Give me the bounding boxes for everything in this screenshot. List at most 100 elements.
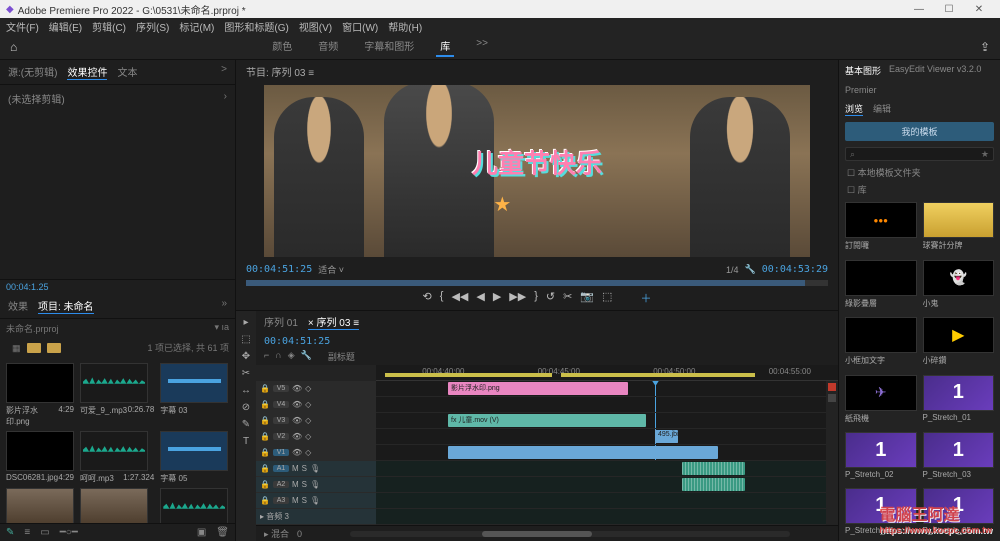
menu-window[interactable]: 窗口(W) — [342, 19, 378, 34]
my-templates-banner[interactable]: 我的模板 — [845, 122, 994, 141]
workspace-color[interactable]: 颜色 — [268, 36, 296, 57]
template-item[interactable]: ●●●訂閱囉 — [845, 202, 917, 254]
project-item[interactable]: DSC06281.jpg4:29 — [6, 431, 74, 484]
track-v5[interactable]: 影片浮水印.png — [376, 381, 826, 397]
slip-tool-icon[interactable]: ↔ — [241, 385, 251, 396]
settings-icon[interactable]: 🔧 — [745, 264, 756, 275]
hand-tool-icon[interactable]: ✎ — [242, 419, 250, 430]
fit-dropdown[interactable]: 适合 ˅ — [318, 263, 344, 276]
workspace-audio[interactable]: 音频 — [314, 36, 342, 57]
timeline-tc[interactable]: 00:04:51:25 — [264, 336, 330, 347]
track-header-v3[interactable]: 🔒V3👁◇ — [256, 413, 376, 429]
frame-back-icon[interactable]: ◀ — [476, 290, 484, 306]
menu-sequence[interactable]: 序列(S) — [136, 19, 169, 34]
resolution-dropdown[interactable]: 1/4 — [726, 265, 739, 275]
go-in-icon[interactable]: { — [440, 290, 444, 306]
ripple-tool-icon[interactable]: ✥ — [242, 351, 250, 362]
tab-text[interactable]: 文本 — [117, 64, 137, 80]
track-select-tool-icon[interactable]: ⬚ — [241, 334, 250, 345]
minimize-button[interactable]: — — [904, 4, 934, 15]
project-item[interactable]: 字幕 035:00 — [160, 363, 235, 427]
template-item[interactable]: ✈紙飛機 — [845, 375, 917, 427]
project-item[interactable]: 影片浮水印.png4:29 — [6, 363, 74, 427]
menu-markers[interactable]: 标记(M) — [179, 19, 214, 34]
track-v3[interactable]: fx 儿童.mov (V) — [376, 413, 826, 429]
list-view-icon[interactable]: ≡ — [24, 527, 30, 538]
favorite-icon[interactable]: ★ — [981, 149, 989, 160]
new-item-icon[interactable]: ✎ — [6, 527, 14, 538]
track-v4[interactable] — [376, 397, 826, 413]
workspace-more[interactable]: >> — [472, 36, 492, 57]
freeform-view-icon[interactable]: ▭ — [40, 527, 49, 538]
tab-premier[interactable]: Premier — [845, 85, 877, 95]
marker-red-icon[interactable] — [828, 383, 836, 391]
local-folder-checkbox[interactable]: ☐ 本地模板文件夹 — [847, 168, 921, 178]
comparison-icon[interactable]: ⬚ — [602, 290, 612, 306]
track-v2[interactable]: fx fruit.gif495.jbi — [376, 429, 826, 445]
tab-essential-graphics[interactable]: 基本图形 — [845, 64, 881, 77]
tab-project[interactable]: 项目: 未命名 — [38, 298, 94, 314]
template-item[interactable]: 1P_Stretch_05 — [923, 488, 995, 538]
menu-clip[interactable]: 剪辑(C) — [92, 19, 126, 34]
track-v1[interactable] — [376, 445, 826, 461]
template-item[interactable]: 1P_Stretch_04 — [845, 488, 917, 538]
track-header-v4[interactable]: 🔒V4👁◇ — [256, 397, 376, 413]
clip[interactable]: fx 儿童.mov (V) — [448, 414, 646, 427]
track-header-a1[interactable]: 🔒A1MS🎙 — [256, 461, 376, 477]
step-back-icon[interactable]: ◀◀ — [451, 290, 468, 306]
clip[interactable] — [448, 446, 718, 459]
tab-easyedit[interactable]: EasyEdit Viewer v3.2.0 — [889, 64, 981, 77]
clip[interactable]: 影片浮水印.png — [448, 382, 628, 395]
track-header-v1[interactable]: 🔒V1👁◇ — [256, 445, 376, 461]
project-item[interactable]: 可爱_9_.mp30:26.78 — [80, 363, 154, 427]
menu-file[interactable]: 文件(F) — [6, 19, 39, 34]
timeline-zoom-scrollbar[interactable] — [350, 531, 790, 537]
link-icon[interactable]: ∩ — [275, 350, 281, 363]
project-item[interactable]: 5c949f4e0b956…1:43.42 — [160, 488, 235, 523]
program-scrubber[interactable] — [246, 280, 828, 286]
program-tc-right[interactable]: 00:04:53:29 — [762, 264, 828, 275]
project-item[interactable]: 序列 034:53.29 — [6, 488, 74, 523]
tab-effects[interactable]: 效果 — [8, 298, 28, 314]
libraries-checkbox[interactable]: ☐ 库 — [847, 185, 867, 195]
trash-icon[interactable]: 🗑 — [216, 527, 229, 538]
bin-icon[interactable] — [47, 343, 61, 353]
project-item[interactable]: 呵呵.mp31:27.324 — [80, 431, 154, 484]
add-button-icon[interactable]: ＋ — [640, 290, 651, 306]
loop-icon[interactable]: ↺ — [546, 290, 555, 306]
tab-effect-controls[interactable]: 效果控件 — [67, 64, 107, 80]
filter-icon[interactable]: ▾ — [214, 322, 219, 332]
export-icon[interactable]: ⇪ — [980, 40, 990, 54]
bin-icon[interactable] — [27, 343, 41, 353]
timeline-tab-seq01[interactable]: 序列 01 — [264, 314, 298, 330]
workspace-libraries[interactable]: 库 — [436, 36, 454, 57]
track-a3[interactable] — [376, 493, 826, 509]
clip[interactable] — [682, 462, 745, 475]
track-header-v2[interactable]: 🔒V2👁◇ — [256, 429, 376, 445]
track-header-v5[interactable]: 🔒V5👁◇ — [256, 381, 376, 397]
audio-group-header[interactable]: ▸ 音频 3 — [256, 509, 376, 525]
marker-icon[interactable]: ◈ — [288, 350, 295, 363]
template-item[interactable]: 球賽計分牌 — [923, 202, 995, 254]
source-overflow-icon[interactable]: > — [221, 64, 227, 80]
menu-graphics[interactable]: 图形和标题(G) — [224, 19, 288, 34]
template-item[interactable]: ▶小碎鑽 — [923, 317, 995, 369]
program-tc-left[interactable]: 00:04:51:25 — [246, 264, 312, 275]
menu-edit[interactable]: 编辑(E) — [49, 19, 82, 34]
workspace-captions[interactable]: 字幕和图形 — [360, 36, 418, 57]
template-item[interactable]: 👻小鬼 — [923, 260, 995, 312]
project-item[interactable]: 字幕 055:00 — [160, 431, 235, 484]
export-frame-icon[interactable]: 📷 — [580, 290, 594, 306]
template-item[interactable]: 1P_Stretch_02 — [845, 432, 917, 482]
chevron-right-icon[interactable]: › — [224, 91, 227, 102]
menu-view[interactable]: 视图(V) — [299, 19, 332, 34]
program-viewport[interactable]: 儿童节快乐 ★ — [264, 85, 810, 257]
go-out-icon[interactable]: } — [534, 290, 538, 306]
template-item[interactable]: 綠影疊層 — [845, 260, 917, 312]
lift-icon[interactable]: ✂ — [563, 290, 572, 306]
eg-search-input[interactable]: ⌕ ★ — [845, 147, 994, 161]
marker-grey-icon[interactable] — [828, 394, 836, 402]
new-bin-icon[interactable]: ▣ — [197, 527, 206, 538]
track-header-a2[interactable]: 🔒A2MS🎙 — [256, 477, 376, 493]
type-tool-icon[interactable]: T — [243, 436, 249, 447]
